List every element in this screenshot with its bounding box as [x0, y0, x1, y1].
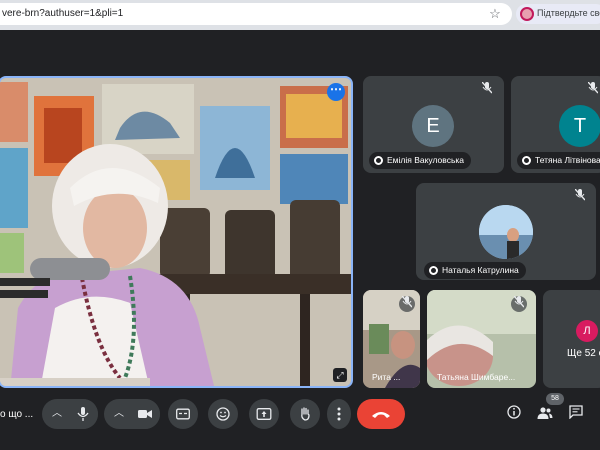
- main-speaker-video[interactable]: ⋯ ⤢: [0, 76, 353, 388]
- more-options-icon[interactable]: ⋯: [327, 83, 345, 101]
- verify-account-label: Підтвердьте свою: [537, 8, 600, 18]
- participant-tile-tetiana-l[interactable]: T Тетяна Літвінова: [511, 76, 600, 173]
- audio-indicator-icon: [522, 156, 531, 165]
- more-vertical-icon[interactable]: [327, 399, 351, 429]
- mic-off-icon: [399, 295, 415, 312]
- mic-off-icon: [585, 81, 600, 98]
- participant-name: Рита ...: [372, 372, 401, 382]
- camera-icon[interactable]: [130, 399, 160, 429]
- end-call-button[interactable]: [357, 399, 405, 429]
- meeting-toolbar: о що ... ︿ ︿: [0, 395, 600, 437]
- participant-name: Наталья Катрулина: [442, 265, 519, 275]
- chat-icon[interactable]: [566, 405, 586, 425]
- info-icon[interactable]: [504, 405, 524, 425]
- end-call-icon: [372, 412, 390, 418]
- participant-count-badge: 58: [546, 393, 564, 405]
- participant-tile-natalia[interactable]: Наталья Катрулина: [416, 183, 596, 280]
- verify-account-chip[interactable]: Підтвердьте свою: [516, 4, 600, 24]
- self-name-label: о що ...: [0, 409, 34, 420]
- avatar-more: Л: [576, 320, 598, 342]
- avatar-emilia: E: [412, 105, 454, 147]
- speaker-video-frame: [0, 78, 351, 386]
- microphone-icon[interactable]: [68, 399, 98, 429]
- audio-indicator-icon: [429, 266, 438, 275]
- mic-options-chevron-icon[interactable]: ︿: [44, 399, 70, 429]
- camera-options-chevron-icon[interactable]: ︿: [106, 399, 132, 429]
- captions-icon[interactable]: [168, 399, 198, 429]
- profile-avatar-icon: [520, 7, 534, 21]
- emoji-icon[interactable]: [208, 399, 238, 429]
- name-tag-tetiana-l: Тетяна Літвінова: [517, 152, 600, 169]
- present-screen-icon[interactable]: [249, 399, 279, 429]
- mic-off-icon: [511, 295, 527, 312]
- mic-off-icon: [572, 188, 588, 205]
- participant-name: Тетяна Літвінова: [535, 155, 600, 165]
- audio-indicator-icon: [374, 156, 383, 165]
- pin-icon[interactable]: ⤢: [333, 368, 347, 382]
- people-icon[interactable]: [535, 405, 555, 425]
- raise-hand-icon[interactable]: [290, 399, 320, 429]
- star-icon[interactable]: ☆: [488, 7, 502, 21]
- more-participants-label: Ще 52 о...: [567, 348, 600, 359]
- name-tag-natalia: Наталья Катрулина: [424, 262, 526, 279]
- avatar-natalia: [479, 205, 533, 259]
- participant-tile-tatiana-sh[interactable]: Татьяна Шимбаре...: [427, 290, 536, 388]
- more-participants-tile[interactable]: Л Ще 52 о...: [543, 290, 600, 388]
- avatar-tetiana-l: T: [559, 105, 600, 147]
- participant-tile-emilia[interactable]: E Емілія Вакуловська: [363, 76, 504, 173]
- participant-name: Емілія Вакуловська: [387, 155, 465, 165]
- participant-name: Татьяна Шимбаре...: [437, 372, 516, 382]
- browser-toolbar: vere-brn?authuser=1&pli=1 ☆ Підтвердьте …: [0, 0, 600, 30]
- name-tag-emilia: Емілія Вакуловська: [369, 152, 472, 169]
- mic-off-icon: [479, 81, 495, 98]
- participant-tile-rita[interactable]: Рита ...: [363, 290, 420, 388]
- address-bar[interactable]: vere-brn?authuser=1&pli=1: [0, 3, 512, 25]
